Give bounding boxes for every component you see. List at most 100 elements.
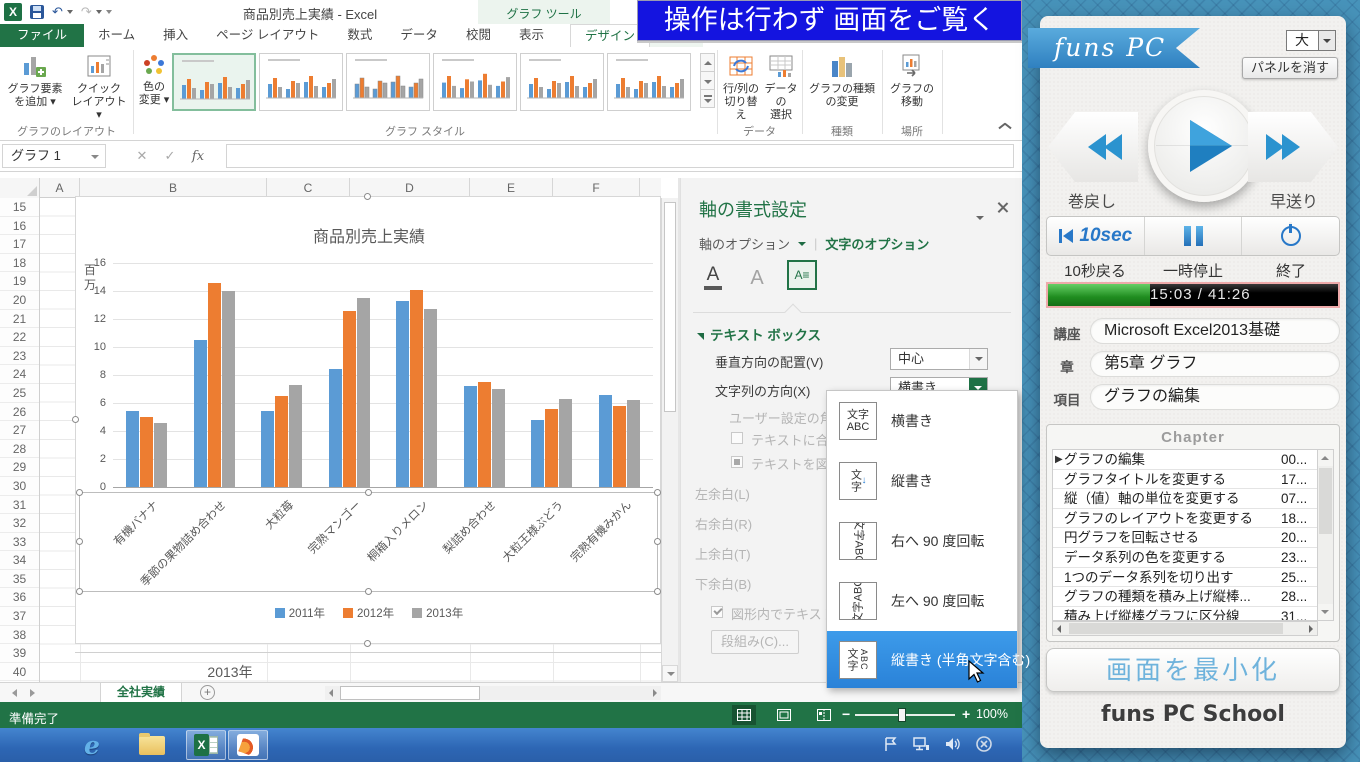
customize-qat-icon[interactable] bbox=[106, 10, 112, 14]
gallery-more-button[interactable] bbox=[700, 89, 715, 108]
ribbon-tab[interactable]: ページ レイアウト bbox=[202, 24, 333, 47]
column-header[interactable]: A bbox=[40, 178, 80, 198]
chart-object[interactable]: 商品別売上実績 百万 有機バナナ季節の果物詰め合わせ大粒苺完熟マンゴー桐箱入りメ… bbox=[75, 196, 661, 644]
fast-forward-button[interactable] bbox=[1248, 112, 1338, 182]
axis-options-tab[interactable]: 軸のオプション bbox=[699, 234, 790, 253]
chart-style-thumbnail[interactable] bbox=[433, 53, 517, 111]
ribbon-tab[interactable]: 表示 bbox=[505, 24, 558, 47]
chart-style-thumbnail[interactable] bbox=[259, 53, 343, 111]
bar-2011年[interactable] bbox=[126, 411, 139, 487]
ribbon-tab[interactable]: 挿入 bbox=[149, 24, 202, 47]
bar-2011年[interactable] bbox=[194, 340, 207, 487]
pane-close-icon[interactable] bbox=[997, 202, 1008, 213]
ribbon-tab[interactable]: ホーム bbox=[84, 24, 149, 47]
pane-menu-icon[interactable] bbox=[976, 207, 984, 225]
vertical-align-combo[interactable]: 中心 bbox=[890, 348, 988, 370]
ribbon-tab[interactable]: データ bbox=[386, 24, 452, 47]
bar-2012年[interactable] bbox=[478, 382, 491, 487]
normal-view-button[interactable] bbox=[732, 705, 756, 725]
text-fill-icon[interactable]: A bbox=[699, 265, 727, 290]
row-number[interactable]: 26 bbox=[0, 403, 39, 422]
prev-sheet-icon[interactable] bbox=[12, 689, 17, 697]
legend-item[interactable]: 2011年 bbox=[275, 605, 325, 621]
row-number[interactable]: 37 bbox=[0, 607, 39, 626]
rewind-button[interactable] bbox=[1048, 112, 1138, 182]
network-icon[interactable] bbox=[913, 737, 930, 751]
back-10sec-button[interactable]: 10sec bbox=[1047, 217, 1145, 255]
row-number[interactable]: 19 bbox=[0, 272, 39, 291]
bar-2012年[interactable] bbox=[613, 406, 626, 487]
row-number[interactable]: 30 bbox=[0, 477, 39, 496]
chapter-row[interactable]: ▶ グラフの編集 00... bbox=[1053, 450, 1317, 470]
bar-2011年[interactable] bbox=[599, 395, 612, 487]
chart-style-thumbnail[interactable] bbox=[607, 53, 691, 111]
row-number[interactable]: 40 bbox=[0, 663, 39, 682]
zoom-slider-thumb[interactable] bbox=[898, 708, 906, 722]
taskbar-excel-button[interactable]: X bbox=[186, 730, 226, 760]
chapter-vscrollbar[interactable] bbox=[1317, 449, 1334, 621]
bar-2012年[interactable] bbox=[545, 409, 558, 487]
category-axis-selection[interactable] bbox=[79, 492, 658, 592]
row-number[interactable]: 27 bbox=[0, 421, 39, 440]
chapter-row[interactable]: グラフの種類を積み上げ縦棒... 28... bbox=[1053, 587, 1317, 607]
collapse-ribbon-icon[interactable] bbox=[998, 121, 1012, 131]
hide-panel-button[interactable]: パネルを消す bbox=[1242, 57, 1338, 79]
sheet-horizontal-scrollbar[interactable] bbox=[325, 686, 661, 700]
sheet-tab[interactable]: 全社実績 bbox=[100, 683, 182, 703]
enter-icon[interactable]: ✓ bbox=[156, 148, 184, 164]
textbox-icon[interactable]: A≡ bbox=[787, 260, 817, 290]
chart-style-thumbnail[interactable] bbox=[520, 53, 604, 111]
bar-2012年[interactable] bbox=[140, 417, 153, 487]
undo-dropdown-icon[interactable] bbox=[67, 10, 73, 14]
change-colors-button[interactable]: 色の変更 ▾ bbox=[137, 51, 171, 123]
legend-item[interactable]: 2013年 bbox=[412, 605, 463, 621]
formula-input[interactable] bbox=[226, 144, 1014, 168]
bar-2012年[interactable] bbox=[208, 283, 221, 487]
legend-item[interactable]: 2012年 bbox=[343, 605, 394, 621]
text-options-tab[interactable]: 文字のオプション bbox=[825, 234, 929, 253]
power-button[interactable] bbox=[1242, 217, 1339, 255]
scroll-down-button[interactable] bbox=[662, 665, 678, 682]
bar-2013年[interactable] bbox=[289, 385, 302, 487]
chart-title[interactable]: 商品別売上実績 bbox=[76, 223, 662, 247]
chapter-hscrollbar[interactable] bbox=[1052, 621, 1318, 636]
redo-dropdown-icon[interactable] bbox=[96, 10, 102, 14]
bar-2013年[interactable] bbox=[154, 423, 167, 487]
row-number[interactable]: 32 bbox=[0, 514, 39, 533]
taskbar-ie-button[interactable]: e bbox=[72, 730, 112, 760]
row-number[interactable]: 28 bbox=[0, 440, 39, 459]
sheet-vertical-scrollbar[interactable] bbox=[661, 198, 678, 682]
row-number[interactable]: 18 bbox=[0, 254, 39, 273]
bar-2011年[interactable] bbox=[329, 369, 342, 487]
row-number[interactable]: 36 bbox=[0, 588, 39, 607]
insert-function-icon[interactable]: fx bbox=[184, 149, 212, 164]
bar-2011年[interactable] bbox=[531, 420, 544, 487]
row-number[interactable]: 31 bbox=[0, 496, 39, 515]
menu-item[interactable]: 文字↓ 縦書き bbox=[827, 451, 1017, 511]
row-number[interactable]: 33 bbox=[0, 533, 39, 552]
gallery-down-button[interactable] bbox=[700, 71, 715, 90]
zoom-level[interactable]: 100% bbox=[976, 707, 1008, 721]
new-sheet-button[interactable]: + bbox=[200, 685, 215, 700]
row-number[interactable]: 17 bbox=[0, 235, 39, 254]
select-data-button[interactable]: データの選択 bbox=[761, 51, 801, 123]
chart-legend[interactable]: 2011年 2012年 2013年 bbox=[76, 605, 662, 621]
redo-icon[interactable]: ↷ bbox=[81, 5, 92, 19]
taskbar-explorer-button[interactable] bbox=[132, 730, 172, 760]
row-number[interactable]: 38 bbox=[0, 626, 39, 645]
row-number[interactable]: 24 bbox=[0, 365, 39, 384]
row-number[interactable]: 29 bbox=[0, 458, 39, 477]
zoom-in-icon[interactable]: + bbox=[962, 706, 970, 722]
ribbon-tab[interactable]: 数式 bbox=[333, 24, 386, 47]
chart-style-thumbnail[interactable] bbox=[172, 53, 256, 111]
chart-styles-gallery[interactable] bbox=[172, 53, 691, 111]
textbox-section-header[interactable]: テキスト ボックス bbox=[697, 324, 821, 344]
bar-2013年[interactable] bbox=[222, 291, 235, 487]
chart-handle[interactable] bbox=[364, 640, 371, 647]
bar-2011年[interactable] bbox=[261, 411, 274, 487]
menu-item[interactable]: 文字ABC 横書き bbox=[827, 391, 1017, 451]
row-number[interactable]: 21 bbox=[0, 310, 39, 329]
bar-2013年[interactable] bbox=[559, 399, 572, 487]
chapter-row[interactable]: グラフタイトルを変更する 17... bbox=[1053, 470, 1317, 490]
gallery-up-button[interactable] bbox=[700, 53, 715, 72]
